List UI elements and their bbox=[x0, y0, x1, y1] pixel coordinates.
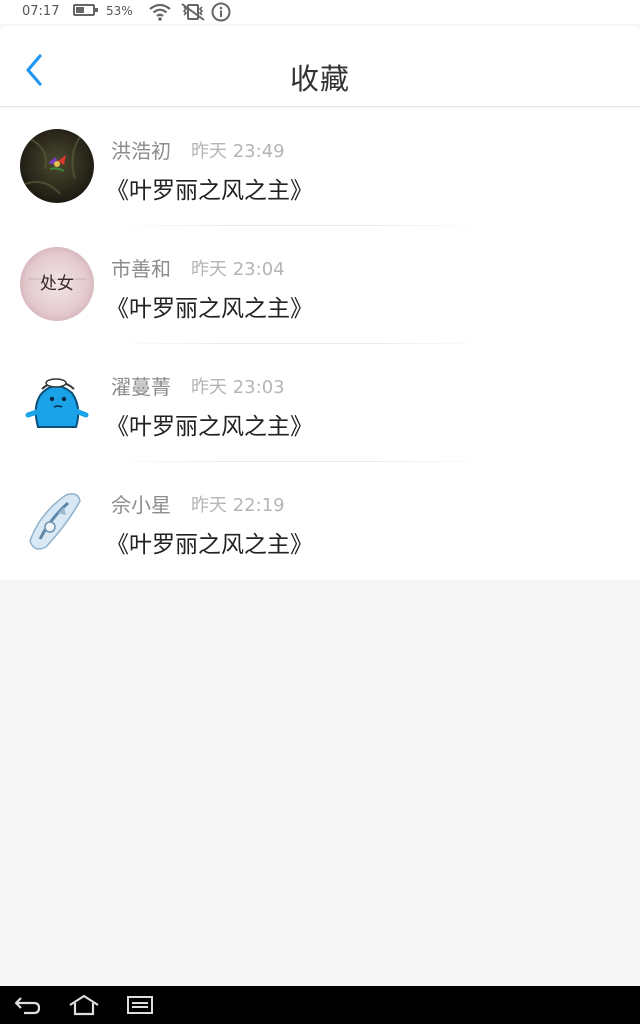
post-title[interactable]: 《叶罗丽之风之主》 bbox=[106, 289, 313, 323]
user-name: 佘小星 bbox=[111, 493, 171, 517]
vibrate-mute-icon bbox=[181, 3, 205, 21]
post-time: 昨天 23:04 bbox=[191, 259, 285, 280]
app-header: 收藏 bbox=[0, 26, 640, 107]
post-title[interactable]: 《叶罗丽之风之主》 bbox=[106, 407, 313, 441]
avatar[interactable] bbox=[20, 483, 94, 557]
favorites-list: 洪浩初 昨天 23:49 《叶罗丽之风之主》 处女 市善和 昨天 23:04 《… bbox=[0, 108, 640, 580]
post-title[interactable]: 《叶罗丽之风之主》 bbox=[106, 525, 313, 559]
list-item[interactable]: 濯蔓菁 昨天 23:03 《叶罗丽之风之主》 bbox=[0, 344, 640, 462]
page-title: 收藏 bbox=[289, 62, 350, 96]
list-item[interactable]: 处女 市善和 昨天 23:04 《叶罗丽之风之主》 bbox=[0, 226, 640, 344]
user-name: 濯蔓菁 bbox=[111, 375, 171, 399]
user-name: 洪浩初 bbox=[111, 139, 171, 163]
avatar[interactable]: 处女 bbox=[20, 247, 94, 321]
list-item[interactable]: 佘小星 昨天 22:19 《叶罗丽之风之主》 bbox=[0, 462, 640, 580]
user-name: 市善和 bbox=[111, 257, 171, 281]
wifi-icon bbox=[149, 3, 171, 21]
avatar[interactable] bbox=[20, 129, 94, 203]
favorites-screen: 07:17 53% 收藏 洪浩初 昨天 23:49 《叶罗丽之风之主》 处女 市… bbox=[0, 0, 640, 1024]
battery-icon bbox=[73, 4, 98, 16]
list-item[interactable]: 洪浩初 昨天 23:49 《叶罗丽之风之主》 bbox=[0, 108, 640, 226]
info-icon bbox=[211, 2, 231, 22]
home-icon[interactable] bbox=[67, 994, 101, 1016]
post-time: 昨天 23:49 bbox=[191, 141, 285, 162]
status-time: 07:17 bbox=[22, 4, 60, 19]
post-title[interactable]: 《叶罗丽之风之主》 bbox=[106, 171, 313, 205]
battery-percent: 53% bbox=[106, 4, 133, 18]
avatar[interactable] bbox=[20, 365, 94, 439]
recent-apps-icon[interactable] bbox=[126, 995, 154, 1015]
avatar-caption: 处女 bbox=[40, 274, 74, 294]
navigation-bar bbox=[0, 986, 640, 1024]
post-time: 昨天 22:19 bbox=[191, 495, 285, 516]
post-time: 昨天 23:03 bbox=[191, 377, 285, 398]
back-icon[interactable] bbox=[14, 994, 42, 1016]
status-bar: 07:17 53% bbox=[0, 0, 640, 24]
